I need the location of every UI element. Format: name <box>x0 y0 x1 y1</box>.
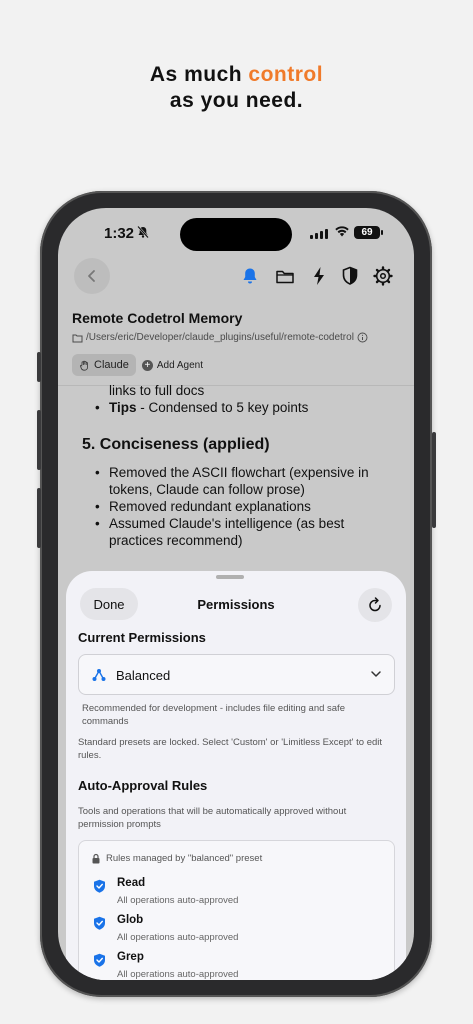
wifi-icon <box>334 224 350 243</box>
project-title: Remote Codetrol Memory <box>72 310 243 326</box>
doc-list-item: Removed redundant explanations <box>82 498 392 515</box>
doc-list-item: Removed the ASCII flowchart (expensive i… <box>82 464 392 498</box>
auto-approval-description: Tools and operations that will be automa… <box>78 806 347 830</box>
project-path: /Users/eric/Developer/claude_plugins/use… <box>72 332 368 343</box>
dynamic-island <box>180 218 292 251</box>
refresh-button[interactable] <box>358 588 392 622</box>
rule-name: Read <box>117 877 146 889</box>
doc-section-heading: 5. Conciseness (applied) <box>82 436 270 453</box>
headline-line-1: As much control <box>0 62 473 88</box>
sheet-title: Permissions <box>197 597 275 612</box>
volume-down-button <box>37 488 41 548</box>
agent-chip-claude[interactable]: Claude <box>72 354 136 376</box>
doc-list-item: Tips - Condensed to 5 key points <box>82 399 392 416</box>
bell-icon[interactable] <box>238 264 262 288</box>
shield-check-icon <box>94 916 105 930</box>
preset-select-value: Balanced <box>116 668 171 683</box>
current-permissions-heading: Current Permissions <box>78 630 206 645</box>
doc-list-top: Tips - Condensed to 5 key points <box>82 399 392 416</box>
headline-prefix: As much <box>149 63 243 86</box>
lock-icon <box>92 853 100 864</box>
action-button <box>37 352 41 382</box>
refresh-icon <box>369 597 381 612</box>
folder-small-icon <box>72 334 83 342</box>
app-toolbar <box>58 258 414 294</box>
doc-list-bottom: Removed the ASCII flowchart (expensive i… <box>82 464 392 549</box>
locked-note: Standard presets are locked. Select 'Cus… <box>78 737 383 761</box>
balanced-network-icon <box>92 669 106 681</box>
headline-line-2: as you need. <box>169 89 304 112</box>
project-path-text: /Users/eric/Developer/claude_plugins/use… <box>86 332 354 343</box>
doc-list-item: Assumed Claude's intelligence (as best p… <box>82 515 392 549</box>
info-icon[interactable] <box>357 332 368 343</box>
shield-check-icon <box>94 879 105 893</box>
sheet-grabber[interactable] <box>216 575 244 579</box>
status-time: 1:32 <box>104 225 135 242</box>
preset-select[interactable]: Balanced <box>78 654 395 695</box>
rule-description: All operations auto-approved <box>117 932 239 943</box>
rule-description: All operations auto-approved <box>117 895 239 906</box>
doc-tips-bold: Tips <box>109 400 137 415</box>
rules-list: Rules managed by "balanced" preset Read … <box>78 840 395 980</box>
add-agent-button[interactable]: + Add Agent <box>141 359 204 371</box>
managed-label: Rules managed by "balanced" preset <box>91 853 262 864</box>
preset-description: Recommended for development - includes f… <box>82 703 345 727</box>
auto-approval-heading: Auto-Approval Rules <box>78 778 208 793</box>
agent-chip-label: Claude <box>94 359 129 371</box>
cellular-signal-icon <box>310 229 328 239</box>
add-agent-label: Add Agent <box>156 359 204 371</box>
status-bar: 1:32 69 <box>58 208 414 260</box>
shield-check-icon <box>94 953 105 967</box>
phone-screen: 1:32 69 Remote Codetrol Memory /Users/er… <box>58 208 414 980</box>
plus-icon: + <box>141 359 153 371</box>
headline-accent: control <box>248 63 324 86</box>
permissions-sheet: Done Permissions Current Permissions Bal… <box>66 571 406 980</box>
managed-label-text: Rules managed by "balanced" preset <box>106 853 263 864</box>
rule-name: Grep <box>117 951 144 963</box>
gear-icon[interactable] <box>371 264 395 288</box>
agent-chips: Claude + Add Agent <box>72 354 203 376</box>
chevron-down-icon <box>371 671 381 677</box>
hand-icon <box>80 360 88 371</box>
folder-icon[interactable] <box>273 264 297 288</box>
chevron-left-icon <box>88 270 95 282</box>
bolt-icon[interactable] <box>307 264 331 288</box>
bell-slash-icon <box>136 225 150 242</box>
doc-tips-rest: - Condensed to 5 key points <box>136 400 309 415</box>
rule-name: Glob <box>117 914 144 926</box>
document-content: links to full docs Tips - Condensed to 5… <box>82 382 392 549</box>
power-button <box>432 432 436 528</box>
doc-cut-line: links to full docs <box>109 383 205 398</box>
headline: As much control as you need. <box>0 62 473 114</box>
back-button[interactable] <box>74 258 110 294</box>
battery-indicator: 69 <box>354 226 383 239</box>
volume-up-button <box>37 410 41 470</box>
rule-description: All operations auto-approved <box>117 969 239 980</box>
shield-icon[interactable] <box>338 264 362 288</box>
